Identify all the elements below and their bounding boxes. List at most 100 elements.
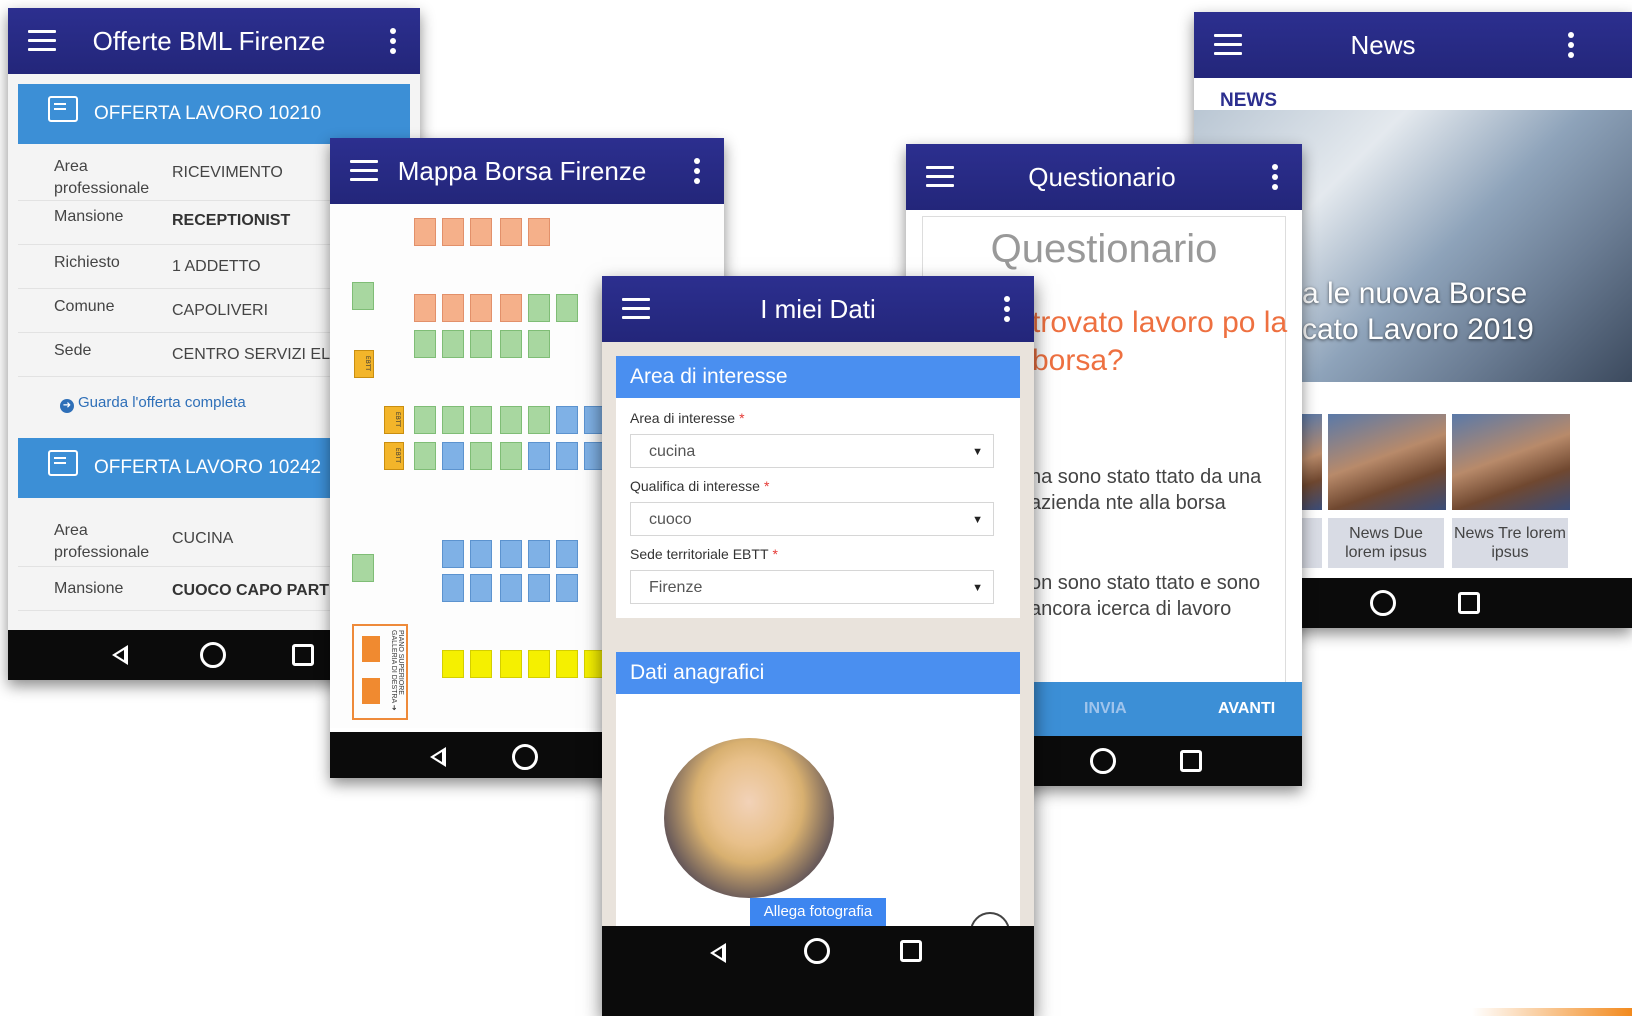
booth[interactable] — [442, 540, 464, 568]
my-data-form: Area di interesse Area di interesse * cuc… — [602, 342, 1034, 966]
ebtt-booth[interactable] — [384, 442, 404, 470]
booth[interactable] — [528, 294, 550, 322]
home-icon[interactable] — [200, 642, 226, 668]
stairs-label: PIANO SUPERIORE GALLERIA DI DESTRA ➜ — [390, 630, 404, 711]
interest-area-select[interactable]: cucina ▼ — [630, 434, 994, 468]
home-icon[interactable] — [512, 744, 538, 770]
booth[interactable] — [528, 218, 550, 246]
more-options-icon[interactable] — [390, 28, 398, 54]
row-key: Area professionale — [54, 158, 150, 197]
field-label: Qualifica di interesse * — [630, 478, 770, 494]
row-key: Comune — [54, 298, 115, 315]
booth[interactable] — [528, 574, 550, 602]
booth[interactable] — [556, 574, 578, 602]
booth[interactable] — [556, 406, 578, 434]
booth[interactable] — [414, 294, 436, 322]
news-caption[interactable] — [1302, 518, 1322, 568]
job-offer-icon — [48, 450, 78, 476]
booth[interactable] — [556, 442, 578, 470]
booth[interactable] — [556, 650, 578, 678]
android-nav-bar — [602, 926, 1034, 1016]
questionnaire-heading: Questionario — [922, 216, 1286, 279]
booth[interactable] — [500, 650, 522, 678]
row-value: CENTRO SERVIZI ELE — [172, 346, 341, 363]
home-icon[interactable] — [804, 938, 830, 964]
more-options-icon[interactable] — [1004, 296, 1012, 322]
qualification-select[interactable]: cuoco ▼ — [630, 502, 994, 536]
back-icon[interactable] — [426, 744, 452, 770]
profile-photo — [664, 738, 834, 898]
booth[interactable] — [470, 294, 492, 322]
booth[interactable] — [414, 218, 436, 246]
booth[interactable] — [470, 218, 492, 246]
booth[interactable] — [442, 406, 464, 434]
booth[interactable] — [414, 442, 436, 470]
ebtt-booth[interactable] — [384, 406, 404, 434]
booth[interactable] — [470, 406, 492, 434]
back-icon[interactable] — [108, 642, 134, 668]
view-full-offer-link[interactable]: ➜ Guarda l'offerta completa — [60, 394, 246, 413]
booth[interactable] — [556, 294, 578, 322]
home-icon[interactable] — [1090, 748, 1116, 774]
booth[interactable] — [500, 294, 522, 322]
booth[interactable] — [528, 540, 550, 568]
booth[interactable] — [500, 218, 522, 246]
back-icon[interactable] — [706, 940, 732, 966]
app-bar: I miei Dati — [602, 276, 1034, 342]
booth[interactable] — [528, 406, 550, 434]
offer-card-header[interactable]: OFFERTA LAVORO 10210 — [18, 84, 410, 144]
news-caption[interactable]: News Due lorem ipsus — [1328, 518, 1444, 568]
ebtt-booth[interactable] — [354, 350, 374, 378]
more-options-icon[interactable] — [694, 158, 702, 184]
booth[interactable] — [470, 540, 492, 568]
booth[interactable] — [442, 330, 464, 358]
booth[interactable] — [442, 650, 464, 678]
booth[interactable] — [352, 554, 374, 582]
news-thumbnail[interactable] — [1452, 414, 1570, 510]
booth[interactable] — [500, 442, 522, 470]
booth[interactable] — [470, 442, 492, 470]
booth[interactable] — [442, 218, 464, 246]
booth[interactable] — [500, 330, 522, 358]
job-offer-icon — [48, 96, 78, 122]
app-bar: Offerte BML Firenze — [8, 8, 420, 74]
booth[interactable] — [528, 650, 550, 678]
news-thumbnail[interactable] — [1328, 414, 1446, 510]
booth[interactable] — [442, 294, 464, 322]
next-button[interactable]: AVANTI — [1218, 682, 1275, 736]
row-value: 1 ADDETTO — [172, 258, 261, 275]
booth[interactable] — [500, 540, 522, 568]
booth[interactable] — [470, 330, 492, 358]
more-options-icon[interactable] — [1568, 32, 1576, 58]
field-label: Area di interesse * — [630, 410, 745, 426]
attach-photo-button[interactable]: Allega fotografia — [750, 898, 886, 926]
booth[interactable] — [442, 574, 464, 602]
send-button[interactable]: INVIA — [1084, 682, 1127, 736]
home-icon[interactable] — [1370, 590, 1396, 616]
answer-option[interactable]: na sono stato ttato da una azienda nte a… — [1030, 464, 1290, 516]
app-title: I miei Dati — [760, 294, 876, 324]
booth[interactable] — [414, 406, 436, 434]
answer-option[interactable]: on sono stato ttato e sono ancora icerca… — [1030, 570, 1290, 622]
booth[interactable] — [470, 574, 492, 602]
link-label: Guarda l'offerta completa — [78, 394, 246, 411]
booth[interactable] — [528, 330, 550, 358]
booth[interactable] — [442, 442, 464, 470]
booth[interactable] — [500, 574, 522, 602]
arrow-right-circle-icon: ➜ — [60, 399, 74, 413]
booth[interactable] — [500, 406, 522, 434]
recent-apps-icon[interactable] — [1458, 592, 1480, 614]
booth[interactable] — [352, 282, 374, 310]
recent-apps-icon[interactable] — [292, 644, 314, 666]
app-bar: News — [1194, 12, 1632, 78]
more-options-icon[interactable] — [1272, 164, 1280, 190]
booth[interactable] — [470, 650, 492, 678]
news-caption[interactable]: News Tre lorem ipsus — [1452, 518, 1568, 568]
ebtt-office-select[interactable]: Firenze ▼ — [630, 570, 994, 604]
booth[interactable] — [556, 540, 578, 568]
booth[interactable] — [528, 442, 550, 470]
recent-apps-icon[interactable] — [900, 940, 922, 962]
recent-apps-icon[interactable] — [1180, 750, 1202, 772]
booth[interactable] — [414, 330, 436, 358]
news-thumbnail[interactable] — [1302, 414, 1322, 510]
